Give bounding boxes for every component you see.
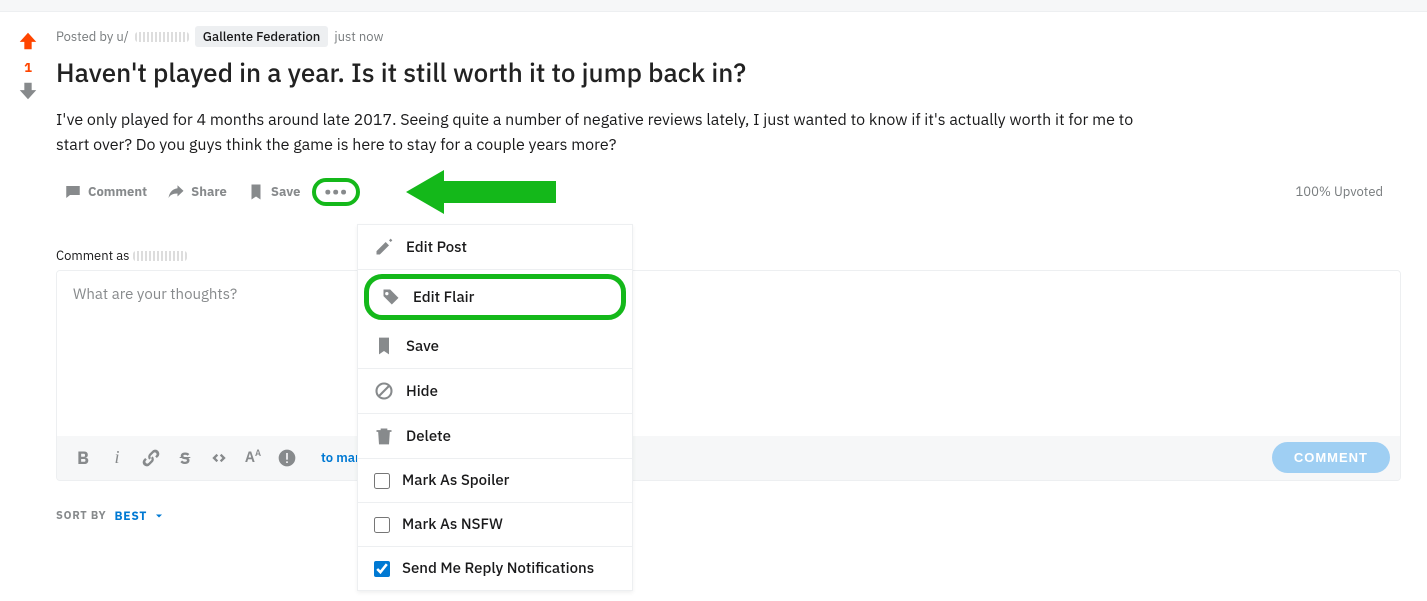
share-button[interactable]: Share <box>159 177 235 207</box>
format-superscript-button[interactable]: AA <box>237 442 269 474</box>
format-link-button[interactable] <box>135 442 167 474</box>
notifications-checkbox[interactable] <box>374 561 390 577</box>
comment-as-prefix: Comment as <box>56 247 133 264</box>
upvote-icon[interactable] <box>17 30 39 57</box>
more-actions-button[interactable]: ••• <box>312 178 360 206</box>
menu-mark-nsfw[interactable]: Mark As NSFW <box>358 503 632 547</box>
menu-edit-flair-label: Edit Flair <box>413 288 474 307</box>
comment-as-username[interactable] <box>133 251 187 261</box>
sort-row: SORT BY BEST <box>56 509 1401 524</box>
menu-hide-label: Hide <box>406 382 438 401</box>
post-body: I've only played for 4 months around lat… <box>56 108 1156 159</box>
comment-label: Comment <box>88 183 147 200</box>
menu-notifications-label: Send Me Reply Notifications <box>402 559 594 578</box>
posted-by-label: Posted by u/ <box>56 28 129 45</box>
user-flair: Gallente Federation <box>195 26 329 47</box>
spoiler-checkbox[interactable] <box>374 473 390 489</box>
post-timestamp: just now <box>334 28 383 45</box>
top-background-bar <box>0 0 1427 12</box>
bookmark-icon <box>374 336 394 356</box>
comment-button[interactable]: Comment <box>56 177 155 207</box>
comment-icon <box>64 183 82 201</box>
comment-box: B i S AA to markdown COMMENT <box>56 270 1401 481</box>
post-container: 1 Posted by u/ Gallente Federation just … <box>0 12 1427 532</box>
trash-icon <box>374 426 394 446</box>
upvoted-percentage: 100% Upvoted <box>1295 183 1401 200</box>
ellipsis-icon: ••• <box>324 184 348 200</box>
nsfw-checkbox[interactable] <box>374 517 390 533</box>
comment-toolbar: B i S AA to markdown COMMENT <box>57 436 1400 480</box>
menu-mark-spoiler[interactable]: Mark As Spoiler <box>358 459 632 503</box>
vote-score: 1 <box>24 59 32 76</box>
format-italic-button[interactable]: i <box>101 442 133 474</box>
chevron-down-icon <box>153 510 165 522</box>
link-icon <box>141 448 161 468</box>
menu-hide[interactable]: Hide <box>358 369 632 414</box>
post-meta: Posted by u/ Gallente Federation just no… <box>56 26 1401 47</box>
bookmark-icon <box>247 183 265 201</box>
menu-save[interactable]: Save <box>358 324 632 369</box>
menu-edit-flair[interactable]: Edit Flair <box>364 274 626 320</box>
save-label: Save <box>271 183 301 200</box>
save-button[interactable]: Save <box>239 177 309 207</box>
tag-icon <box>381 287 401 307</box>
pencil-icon <box>374 237 394 257</box>
post-title: Haven't played in a year. Is it still wo… <box>56 57 1401 90</box>
menu-spoiler-label: Mark As Spoiler <box>402 471 509 490</box>
menu-reply-notifications[interactable]: Send Me Reply Notifications <box>358 547 632 590</box>
sort-dropdown[interactable]: BEST <box>115 509 166 524</box>
sort-by-label: SORT BY <box>56 509 107 523</box>
menu-delete[interactable]: Delete <box>358 414 632 459</box>
sort-value: BEST <box>115 509 148 524</box>
code-icon <box>209 448 229 468</box>
more-actions-dropdown: Edit Post Edit Flair Save Hide Delete Ma… <box>357 224 633 591</box>
format-spoiler-button[interactable] <box>271 442 303 474</box>
menu-edit-post[interactable]: Edit Post <box>358 225 632 270</box>
post-main: Posted by u/ Gallente Federation just no… <box>48 20 1409 532</box>
vote-column: 1 <box>8 20 48 532</box>
alert-circle-icon <box>277 448 297 468</box>
author-name-redacted[interactable] <box>135 32 189 42</box>
format-strike-button[interactable]: S <box>169 442 201 474</box>
comment-textarea[interactable] <box>57 271 1400 431</box>
share-icon <box>167 183 185 201</box>
format-code-button[interactable] <box>203 442 235 474</box>
menu-edit-post-label: Edit Post <box>406 238 467 257</box>
annotation-arrow <box>406 170 556 214</box>
comment-submit-button[interactable]: COMMENT <box>1272 442 1390 473</box>
format-bold-button[interactable]: B <box>67 442 99 474</box>
hide-icon <box>374 381 394 401</box>
menu-save-label: Save <box>406 337 439 356</box>
comment-as-label: Comment as <box>56 247 1401 264</box>
post-actions-row: Comment Share Save ••• 100% Upvoted <box>56 177 1401 207</box>
menu-delete-label: Delete <box>406 427 451 446</box>
menu-nsfw-label: Mark As NSFW <box>402 515 503 534</box>
share-label: Share <box>191 183 227 200</box>
downvote-icon[interactable] <box>17 80 39 107</box>
